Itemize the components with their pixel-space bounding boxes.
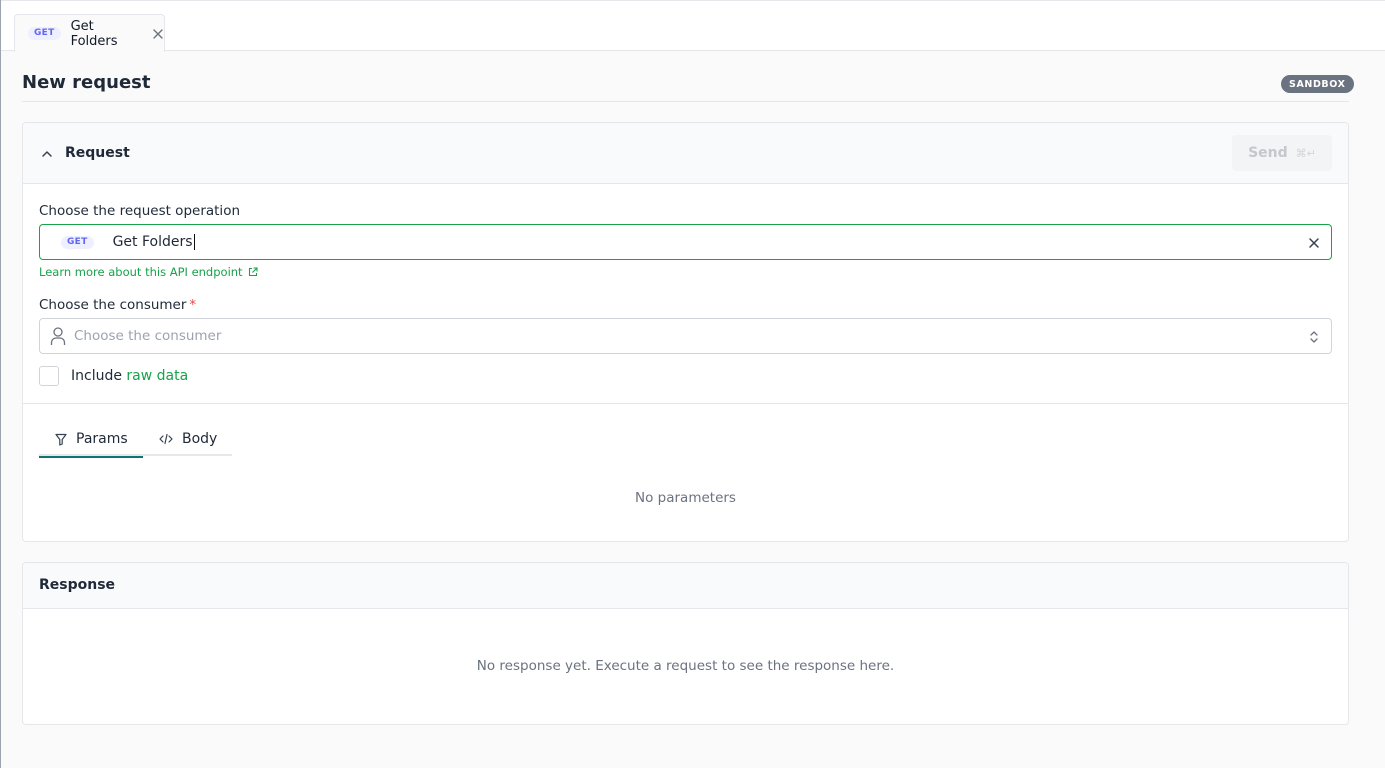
sandbox-badge: SANDBOX — [1281, 75, 1354, 93]
method-badge: GET — [28, 27, 61, 40]
learn-more-text: Learn more about this API endpoint — [39, 265, 243, 279]
response-panel-title: Response — [39, 577, 116, 593]
tab-body[interactable]: Body — [143, 422, 232, 456]
operation-method-badge: GET — [61, 235, 94, 249]
clear-icon[interactable] — [1307, 236, 1321, 250]
consumer-label: Choose the consumer * — [39, 297, 196, 313]
divider — [23, 403, 1348, 404]
chevron-up-icon[interactable] — [40, 147, 54, 161]
include-raw-label: Include raw data — [71, 368, 188, 384]
required-marker: * — [189, 297, 197, 313]
tab-label: Get Folders — [70, 18, 118, 49]
operation-label: Choose the request operation — [39, 203, 241, 219]
empty-response-message: No response yet. Execute a request to se… — [476, 658, 895, 674]
tab-params[interactable]: Params — [39, 422, 143, 458]
send-shortcut: ⌘↵ — [1295, 146, 1316, 160]
tab-get-folders[interactable]: GET Get Folders — [14, 14, 165, 52]
user-icon — [50, 326, 66, 346]
page-title: New request — [22, 72, 151, 93]
request-panel-title: Request — [65, 145, 130, 161]
raw-data-checkbox[interactable] — [39, 366, 59, 386]
tab-body-label: Body — [182, 431, 218, 447]
consumer-label-text: Choose the consumer — [39, 297, 187, 313]
external-link-icon — [248, 267, 258, 277]
filter-icon — [55, 433, 67, 446]
empty-params-message: No parameters — [635, 490, 736, 506]
learn-more-link[interactable]: Learn more about this API endpoint — [39, 265, 258, 279]
consumer-select[interactable]: Choose the consumer — [39, 318, 1332, 354]
response-panel-header: Response — [23, 563, 1348, 609]
request-panel: Request Send ⌘↵ Choose the request opera… — [22, 122, 1349, 542]
chevron-up-down-icon — [1307, 329, 1321, 345]
send-label: Send — [1248, 145, 1288, 161]
close-icon[interactable] — [152, 28, 164, 40]
operation-input[interactable]: GET Get Folders — [39, 224, 1332, 260]
request-panel-header[interactable]: Request Send ⌘↵ — [23, 123, 1348, 184]
tab-params-label: Params — [76, 431, 128, 447]
consumer-placeholder: Choose the consumer — [74, 328, 222, 344]
divider — [22, 101, 1349, 102]
response-panel: Response No response yet. Execute a requ… — [22, 562, 1349, 725]
request-tabs: Params Body — [39, 422, 232, 458]
include-prefix: Include — [71, 368, 122, 384]
raw-data-link[interactable]: raw data — [126, 368, 188, 384]
operation-value: Get Folders — [112, 234, 195, 250]
send-button[interactable]: Send ⌘↵ — [1232, 135, 1332, 171]
code-icon — [159, 433, 173, 445]
tab-bar: GET Get Folders — [1, 0, 1385, 52]
